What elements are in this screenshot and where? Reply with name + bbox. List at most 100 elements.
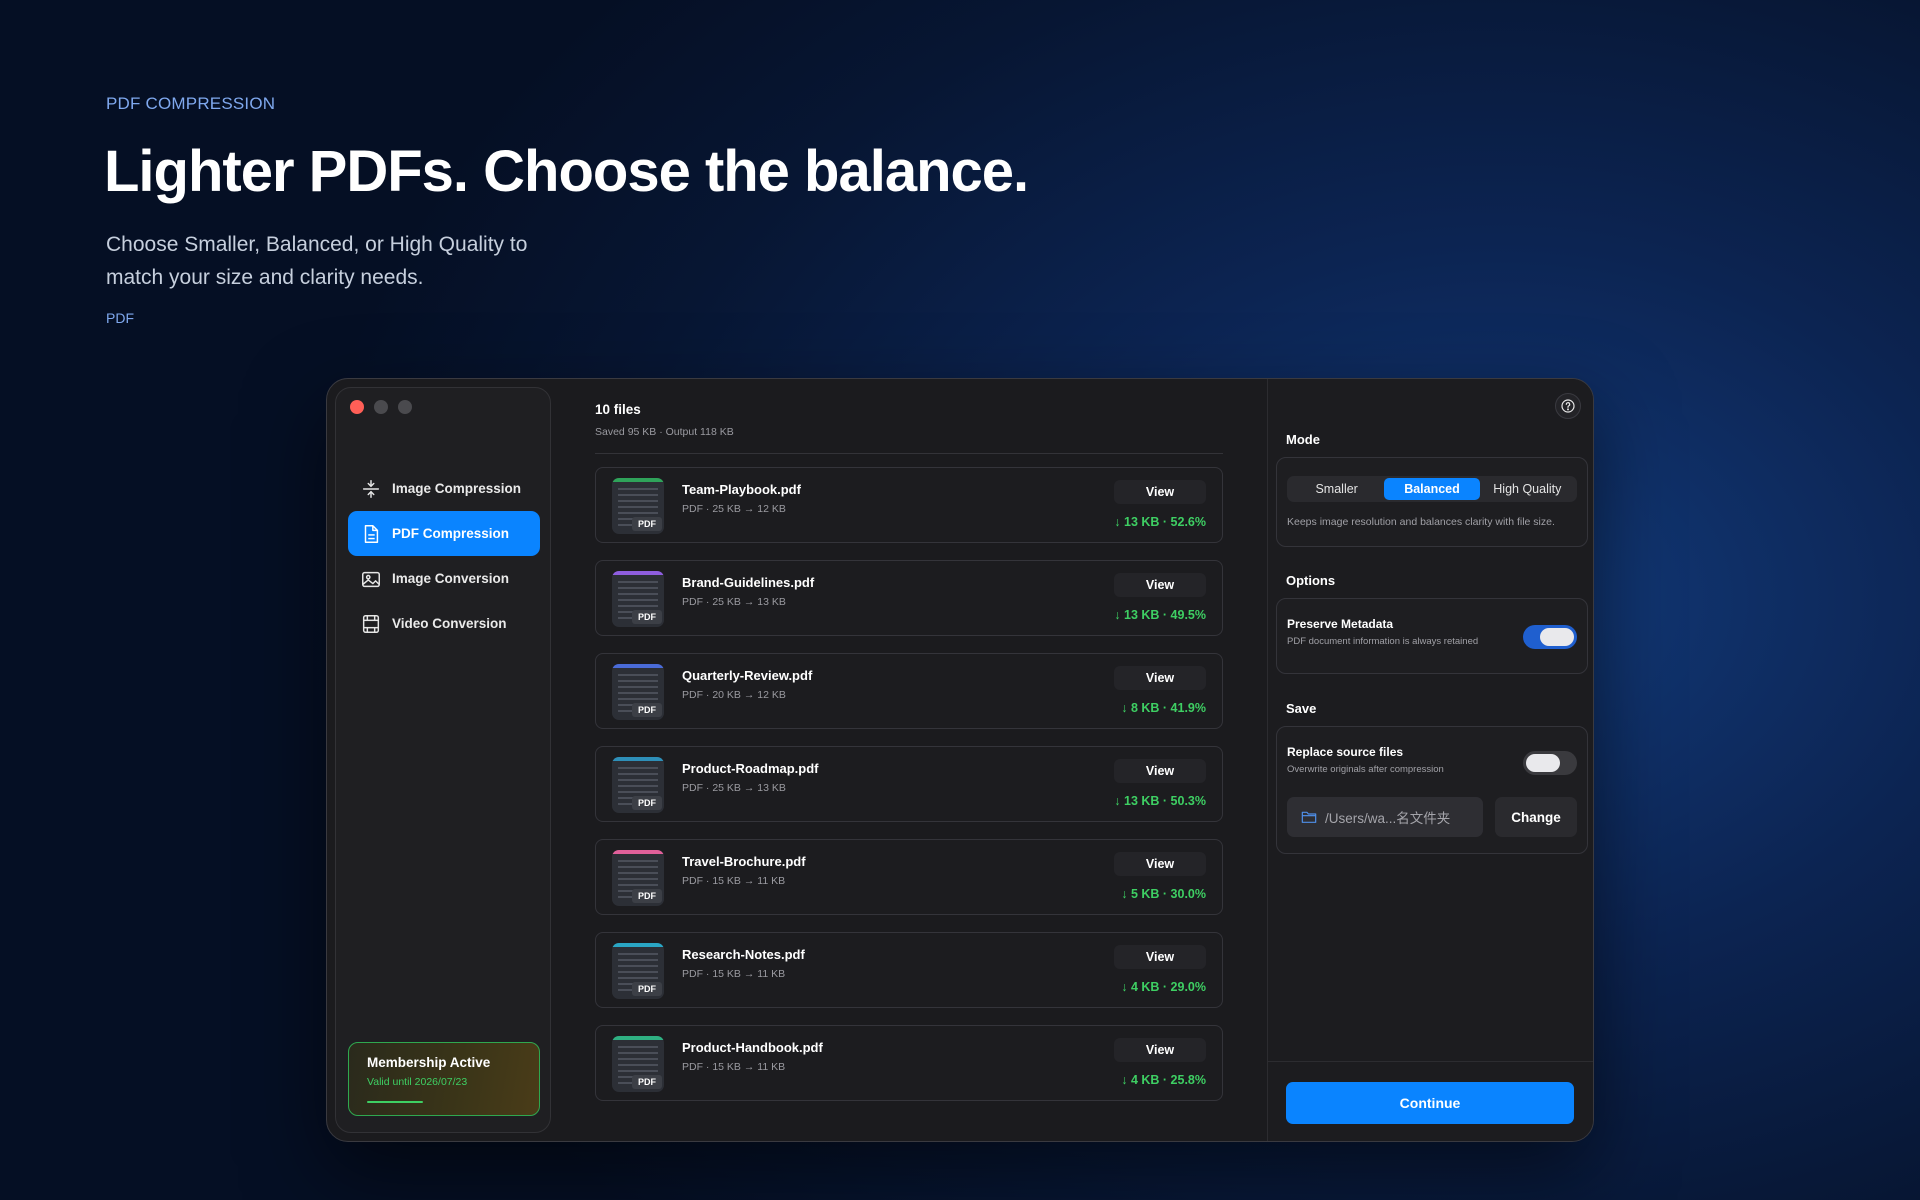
image-icon [362,571,380,587]
file-meta: PDF · 15 KB → 11 KB [682,968,786,980]
save-label: Save [1286,701,1317,716]
file-meta: PDF · 25 KB → 12 KB [682,503,786,515]
thumbnail-stripe [612,850,664,854]
window-controls [350,400,412,414]
file-name: Research-Notes.pdf [682,947,805,962]
pdf-badge: PDF [632,796,662,810]
file-savings: ↓ 13 KB · 50.3% [1114,794,1206,808]
file-name: Product-Roadmap.pdf [682,761,819,776]
view-button[interactable]: View [1114,852,1206,876]
mode-card: Smaller Balanced High Quality Keeps imag… [1276,457,1588,547]
replace-description: Overwrite originals after compression [1287,764,1444,775]
minimize-window-button[interactable] [374,400,388,414]
metadata-description: PDF document information is always retai… [1287,636,1479,647]
help-button[interactable] [1555,393,1581,419]
sidebar-nav: Image Compression PDF Compression Image … [348,466,540,646]
sidebar-item-image-conversion[interactable]: Image Conversion [348,556,540,601]
membership-title: Membership Active [367,1055,491,1070]
pdf-badge: PDF [632,889,662,903]
pdf-badge: PDF [632,1075,662,1089]
sidebar-item-label: Image Conversion [392,571,510,586]
folder-icon [1301,811,1317,823]
continue-button[interactable]: Continue [1286,1082,1574,1124]
sidebar-item-image-compression[interactable]: Image Compression [348,466,540,511]
file-name: Team-Playbook.pdf [682,482,801,497]
pdf-thumbnail: PDF [612,757,664,813]
thumbnail-stripe [612,478,664,482]
file-row[interactable]: PDF Brand-Guidelines.pdf PDF · 25 KB → 1… [595,560,1223,636]
membership-card[interactable]: Membership Active Valid until 2026/07/23 [348,1042,540,1116]
mode-balanced[interactable]: Balanced [1384,478,1480,500]
sidebar-item-label: Video Conversion [392,616,507,631]
hero-title: Lighter PDFs. Choose the balance. [104,139,1029,204]
replace-title: Replace source files [1287,745,1404,759]
file-meta: PDF · 15 KB → 11 KB [682,875,786,887]
file-count: 10 files [595,402,641,417]
pdf-thumbnail: PDF [612,850,664,906]
thumbnail-stripe [612,664,664,668]
hero-eyebrow: PDF COMPRESSION [106,94,276,113]
file-row[interactable]: PDF Travel-Brochure.pdf PDF · 15 KB → 11… [595,839,1223,915]
file-row[interactable]: PDF Research-Notes.pdf PDF · 15 KB → 11 … [595,932,1223,1008]
file-name: Quarterly-Review.pdf [682,668,813,683]
output-path-field[interactable]: /Users/wa...名文件夹 [1287,797,1483,837]
divider [595,453,1223,454]
view-button[interactable]: View [1114,945,1206,969]
panel-footer: Continue [1268,1061,1593,1141]
preserve-metadata-toggle[interactable] [1523,625,1577,649]
pdf-badge: PDF [632,517,662,531]
pdf-thumbnail: PDF [612,943,664,999]
sidebar-item-pdf-compression[interactable]: PDF Compression [348,511,540,556]
compress-icon [362,479,380,498]
view-button[interactable]: View [1114,759,1206,783]
pdf-thumbnail: PDF [612,664,664,720]
change-path-button[interactable]: Change [1495,797,1577,837]
file-row[interactable]: PDF Product-Roadmap.pdf PDF · 25 KB → 13… [595,746,1223,822]
file-savings: ↓ 4 KB · 29.0% [1121,980,1206,994]
file-row[interactable]: PDF Quarterly-Review.pdf PDF · 20 KB → 1… [595,653,1223,729]
thumbnail-stripe [612,757,664,761]
replace-source-toggle[interactable] [1523,751,1577,775]
app-window: Image Compression PDF Compression Image … [326,378,1594,1142]
output-path: /Users/wa...名文件夹 [1325,811,1451,826]
film-icon [362,614,380,633]
view-button[interactable]: View [1114,1038,1206,1062]
document-icon [364,524,379,543]
pdf-badge: PDF [632,610,662,624]
sidebar-item-video-conversion[interactable]: Video Conversion [348,601,540,646]
toggle-knob [1540,628,1574,646]
view-button[interactable]: View [1114,573,1206,597]
toggle-knob [1526,754,1560,772]
metadata-title: Preserve Metadata [1287,617,1394,631]
view-button[interactable]: View [1114,666,1206,690]
file-meta: PDF · 15 KB → 11 KB [682,1061,786,1073]
sidebar-item-label: Image Compression [392,481,522,496]
options-label: Options [1286,573,1336,588]
zoom-window-button[interactable] [398,400,412,414]
thumbnail-stripe [612,1036,664,1040]
pdf-thumbnail: PDF [612,1036,664,1092]
file-meta: PDF · 25 KB → 13 KB [682,782,786,794]
mode-segmented-control: Smaller Balanced High Quality [1287,476,1577,502]
file-savings: ↓ 8 KB · 41.9% [1121,701,1206,715]
sidebar-item-label: PDF Compression [392,526,510,541]
close-window-button[interactable] [350,400,364,414]
file-savings: ↓ 13 KB · 49.5% [1114,608,1206,622]
mode-high-quality[interactable]: High Quality [1480,478,1575,500]
file-summary: Saved 95 KB · Output 118 KB [595,426,734,438]
file-meta: PDF · 25 KB → 13 KB [682,596,786,608]
file-savings: ↓ 13 KB · 52.6% [1114,515,1206,529]
pdf-badge: PDF [632,982,662,996]
file-name: Travel-Brochure.pdf [682,854,806,869]
options-card: Preserve Metadata PDF document informati… [1276,598,1588,674]
file-savings: ↓ 4 KB · 25.8% [1121,1073,1206,1087]
file-row[interactable]: PDF Team-Playbook.pdf PDF · 25 KB → 12 K… [595,467,1223,543]
file-row[interactable]: PDF Product-Handbook.pdf PDF · 15 KB → 1… [595,1025,1223,1101]
hero-tag: PDF [106,310,134,326]
mode-description: Keeps image resolution and balances clar… [1287,516,1555,528]
help-icon [1561,399,1575,413]
view-button[interactable]: View [1114,480,1206,504]
save-card: Replace source files Overwrite originals… [1276,726,1588,854]
file-area: 10 files Saved 95 KB · Output 118 KB PDF… [559,379,1223,1141]
mode-smaller[interactable]: Smaller [1289,478,1384,500]
